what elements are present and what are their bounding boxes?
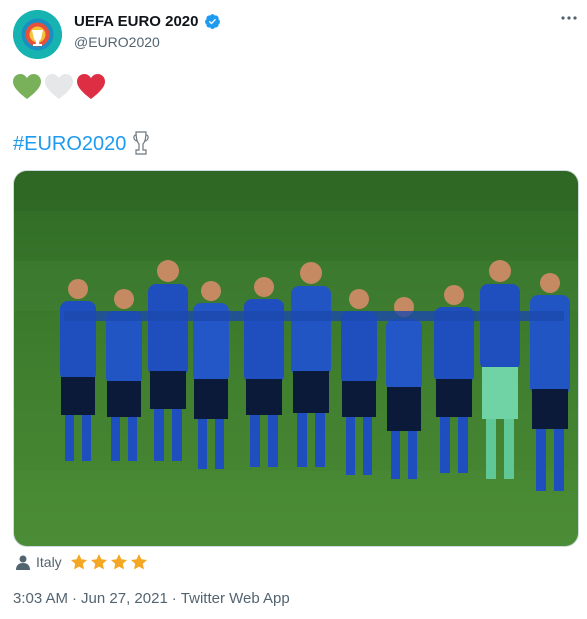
green-heart-icon (13, 74, 41, 99)
meta-separator: · (171, 590, 177, 607)
verified-badge-icon (204, 14, 220, 29)
italy-team-photo-image (14, 171, 578, 546)
emoji-hearts (13, 74, 105, 100)
tweet: UEFA EURO 2020 @EURO2020 #EURO2020 Italy… (0, 0, 587, 619)
more-options-icon[interactable] (558, 8, 580, 28)
tweet-meta: 3:03 AM · Jun 27, 2021 · Twitter Web App (13, 590, 290, 607)
tweet-date-link[interactable]: Jun 27, 2021 (81, 590, 168, 607)
meta-separator: · (72, 590, 78, 607)
hashtag-row: #EURO2020 (13, 130, 150, 158)
red-heart-icon (77, 74, 105, 99)
avatar[interactable] (13, 10, 62, 59)
team-photo[interactable] (13, 170, 579, 547)
white-heart-icon (45, 74, 73, 99)
tweet-source-link[interactable]: Twitter Web App (181, 590, 290, 607)
author-name-row[interactable]: UEFA EURO 2020 (74, 13, 221, 30)
tagged-name[interactable]: Italy (36, 554, 62, 570)
euro2020-logo-icon (13, 10, 62, 59)
author-display-name[interactable]: UEFA EURO 2020 (74, 13, 199, 30)
tagged-location[interactable]: Italy (16, 553, 148, 571)
star-icon (130, 554, 147, 570)
star-icon (90, 554, 107, 570)
hashtag-link[interactable]: #EURO2020 (13, 133, 126, 156)
rating-stars (70, 553, 148, 571)
tweet-time-link[interactable]: 3:03 AM (13, 590, 68, 607)
trophy-icon (133, 131, 150, 155)
star-icon (70, 554, 87, 570)
author-handle[interactable]: @EURO2020 (74, 34, 160, 50)
person-icon (16, 555, 30, 570)
star-icon (110, 554, 127, 570)
